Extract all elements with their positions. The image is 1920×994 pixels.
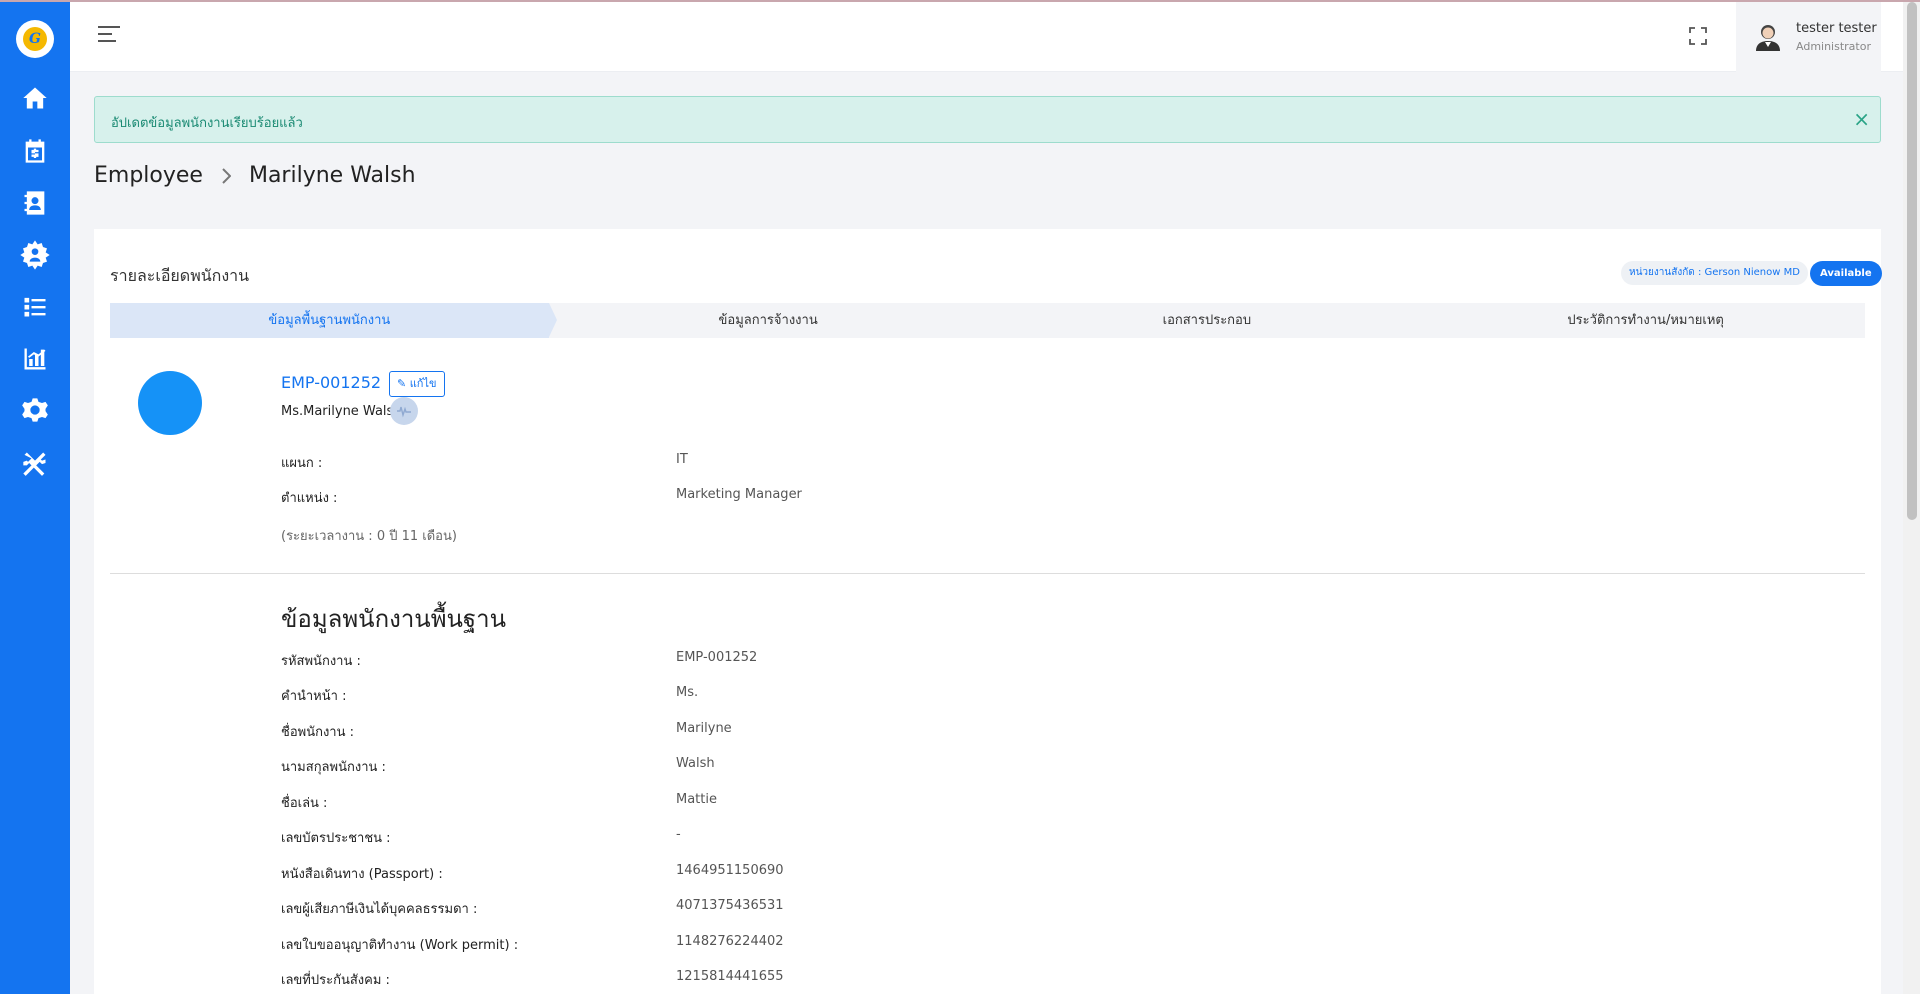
info-label: เลขบัตรประชาชน :: [281, 831, 391, 846]
scrollbar-thumb[interactable]: [1907, 2, 1917, 520]
fullscreen-icon[interactable]: [1688, 26, 1708, 46]
employee-full-name: Ms.Marilyne Walsh: [281, 404, 402, 419]
edit-label: แก้ไข: [409, 377, 437, 390]
info-label: เลขผู้เสียภาษีเงินได้บุคคลธรรมดา :: [281, 902, 478, 917]
breadcrumb-parent[interactable]: Employee: [94, 163, 203, 188]
info-value: Ms.: [676, 685, 699, 700]
employee-photo: [138, 371, 202, 435]
tab-employment[interactable]: ข้อมูลการจ้างงาน: [549, 303, 988, 338]
tab-basic-info[interactable]: ข้อมูลพื้นฐานพนักงาน: [110, 303, 557, 338]
info-value: -: [676, 827, 681, 842]
divider: [110, 573, 1865, 574]
tenure-text: (ระยะเวลางาน : 0 ปี 11 เดือน): [281, 529, 457, 544]
sidebar-item-tools[interactable]: [0, 443, 70, 483]
fingerprint-icon[interactable]: [390, 397, 418, 425]
employee-detail-card: รายละเอียดพนักงาน หน่วยงานสังกัด : Gerso…: [94, 229, 1882, 994]
logo-mark: G: [23, 27, 47, 51]
home-icon: [23, 87, 47, 109]
department-label: แผนก :: [281, 456, 323, 471]
success-alert: อัปเดตข้อมูลพนักงานเรียบร้อยแล้ว ×: [94, 96, 1881, 143]
user-role: Administrator: [1796, 40, 1871, 53]
info-value: Walsh: [676, 756, 715, 771]
calendar-dollar-icon: [25, 139, 45, 163]
info-value: 1148276224402: [676, 934, 784, 949]
user-menu[interactable]: tester tester Administrator: [1736, 2, 1881, 72]
top-header: tester tester Administrator: [70, 0, 1903, 72]
sidebar-item-reports[interactable]: [0, 339, 70, 379]
info-value: 1215814441655: [676, 969, 784, 984]
sidebar-item-home[interactable]: [0, 78, 70, 118]
info-label: คำนำหน้า :: [281, 689, 347, 704]
gear-icon: [22, 398, 48, 422]
breadcrumb-current: Marilyne Walsh: [248, 163, 416, 188]
tools-icon: [23, 452, 46, 476]
scrollbar[interactable]: [1903, 0, 1920, 994]
menu-toggle-icon[interactable]: [98, 26, 120, 46]
info-label: หนังสือเดินทาง (Passport) :: [281, 867, 443, 882]
list-icon: [24, 297, 46, 317]
sidebar: G: [0, 0, 70, 994]
card-title: รายละเอียดพนักงาน: [110, 266, 250, 285]
department-value: IT: [676, 452, 688, 467]
info-label: ชื่อพนักงาน :: [281, 725, 355, 740]
users-cog-icon: [20, 240, 50, 270]
edit-button[interactable]: ✎ แก้ไข: [389, 371, 445, 397]
sidebar-item-employees[interactable]: [0, 235, 70, 275]
status-badge: Available: [1810, 261, 1882, 286]
user-name: tester tester: [1796, 21, 1877, 36]
chevron-right-icon: [222, 167, 231, 184]
sidebar-item-payroll[interactable]: [0, 131, 70, 171]
sidebar-item-list[interactable]: [0, 286, 70, 326]
info-label: นามสกุลพนักงาน :: [281, 760, 386, 775]
app-logo[interactable]: G: [16, 20, 54, 58]
info-value: Marilyne: [676, 721, 732, 736]
section-title: ข้อมูลพนักงานพื้นฐาน: [281, 605, 507, 633]
tab-documents[interactable]: เอกสารประกอบ: [988, 303, 1427, 338]
info-label: รหัสพนักงาน :: [281, 654, 361, 669]
address-book-icon: [24, 191, 45, 215]
info-label: ชื่อเล่น :: [281, 796, 328, 811]
info-label: เลขใบขออนุญาติทำงาน (Work permit) :: [281, 938, 519, 953]
chart-icon: [24, 348, 46, 370]
sidebar-item-settings[interactable]: [0, 390, 70, 430]
avatar: [1756, 25, 1780, 51]
tab-history[interactable]: ประวัติการทำงาน/หมายเหตุ: [1426, 303, 1865, 338]
sidebar-item-contacts[interactable]: [0, 183, 70, 223]
position-label: ตำแหน่ง :: [281, 491, 338, 506]
info-value: Mattie: [676, 792, 717, 807]
info-value: 1464951150690: [676, 863, 784, 878]
employee-code: EMP-001252: [281, 373, 382, 392]
department-badge: หน่วยงานสังกัด : Gerson Nienow MD: [1621, 261, 1808, 285]
info-value: 4071375436531: [676, 898, 784, 913]
pencil-icon: ✎: [397, 377, 407, 390]
tab-bar: ข้อมูลพื้นฐานพนักงาน ข้อมูลการจ้างงาน เอ…: [110, 303, 1865, 338]
top-border: [0, 0, 1920, 2]
close-icon[interactable]: ×: [1853, 108, 1870, 130]
alert-message: อัปเดตข้อมูลพนักงานเรียบร้อยแล้ว: [111, 116, 303, 131]
breadcrumb: Employee Marilyne Walsh: [94, 163, 416, 188]
info-value: EMP-001252: [676, 650, 758, 665]
info-label: เลขที่ประกันสังคม :: [281, 973, 390, 988]
position-value: Marketing Manager: [676, 487, 802, 502]
